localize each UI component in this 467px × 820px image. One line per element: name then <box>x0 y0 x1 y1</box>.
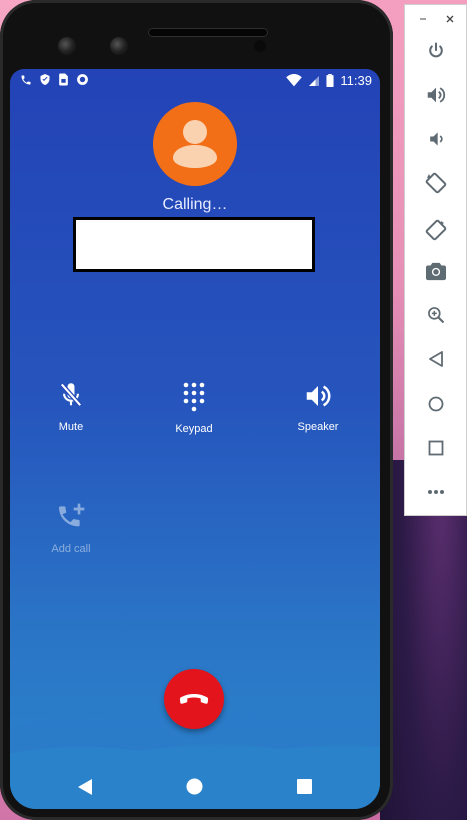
rotate-right-button[interactable] <box>421 215 451 245</box>
home-button[interactable] <box>421 389 451 419</box>
home-nav-icon[interactable] <box>186 778 203 795</box>
back-button[interactable] <box>421 344 451 374</box>
status-bar: 11:39 <box>10 69 380 93</box>
window-controls <box>405 11 467 27</box>
volume-up-icon <box>427 87 446 103</box>
wifi-icon <box>286 74 303 87</box>
power-icon <box>429 42 443 58</box>
speaker-label: Speaker <box>297 421 339 433</box>
minimize-icon[interactable] <box>418 14 428 24</box>
emulator-toolbar <box>404 4 467 516</box>
camera-icon <box>426 262 446 281</box>
status-time: 11:39 <box>340 73 372 88</box>
zoom-button[interactable] <box>421 300 451 330</box>
home-icon <box>428 396 444 412</box>
back-icon <box>429 351 443 367</box>
screenshot-button[interactable] <box>421 256 451 286</box>
phone-icon <box>21 75 31 84</box>
rotate-left-button[interactable] <box>421 168 451 198</box>
volume-down-icon <box>430 132 443 146</box>
phone-frame: 11:39 Calling… Mute Keypad Speaker Add c… <box>0 0 393 820</box>
person-icon <box>173 120 217 168</box>
speaker-button[interactable]: Speaker <box>263 381 373 433</box>
contact-avatar <box>153 102 237 186</box>
add-call-button: Add call <box>16 501 126 555</box>
redacted-phone-number <box>73 217 315 272</box>
navigation-bar <box>10 769 380 809</box>
earpiece-speaker <box>148 28 268 37</box>
keypad-label: Keypad <box>175 423 213 435</box>
front-camera-secondary <box>110 37 128 55</box>
phone-screen: 11:39 Calling… Mute Keypad Speaker Add c… <box>10 69 380 809</box>
battery-icon <box>326 74 334 87</box>
volume-up-button[interactable] <box>421 80 451 110</box>
overview-icon <box>428 440 444 456</box>
more-icon <box>428 490 444 494</box>
recents-nav-icon[interactable] <box>297 779 312 794</box>
mute-button[interactable]: Mute <box>16 381 126 433</box>
speaker-icon <box>306 385 331 407</box>
shield-icon <box>40 74 50 85</box>
call-status: Calling… <box>162 196 228 213</box>
sync-circle-icon <box>77 74 88 85</box>
power-button[interactable] <box>421 36 451 66</box>
zoom-icon <box>428 307 445 324</box>
hang-up-icon <box>179 694 209 704</box>
more-button[interactable] <box>421 477 451 507</box>
front-camera <box>58 37 76 55</box>
add-call-icon <box>59 503 85 527</box>
keypad-button[interactable]: Keypad <box>139 381 249 435</box>
mute-label: Mute <box>58 421 84 433</box>
volume-down-button[interactable] <box>421 124 451 154</box>
mic-off-icon <box>60 382 82 407</box>
rotate-right-icon <box>425 219 447 241</box>
rotate-left-icon <box>425 172 447 194</box>
add-call-label: Add call <box>51 543 91 555</box>
overview-button[interactable] <box>421 433 451 463</box>
dialpad-icon <box>183 382 205 412</box>
proximity-sensor <box>254 40 266 52</box>
close-icon[interactable] <box>445 14 455 24</box>
signal-icon <box>309 75 320 86</box>
back-nav-icon[interactable] <box>77 778 93 796</box>
end-call-button[interactable] <box>164 669 224 729</box>
sim-card-icon <box>59 73 68 86</box>
